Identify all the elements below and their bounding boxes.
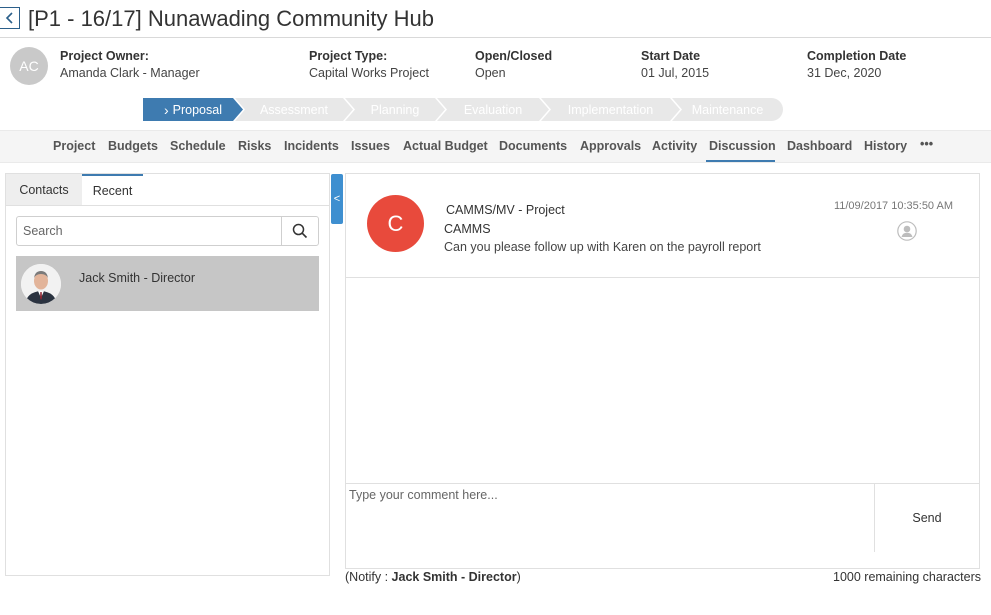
stage-maintenance[interactable]: Maintenance bbox=[672, 98, 783, 121]
meta-label: Open/Closed bbox=[475, 49, 553, 63]
search-button[interactable] bbox=[281, 217, 318, 245]
stage-evaluation[interactable]: Evaluation bbox=[437, 98, 549, 121]
tab-documents[interactable]: Documents bbox=[499, 139, 567, 153]
chevron-left-icon bbox=[5, 12, 13, 24]
notify-prefix: (Notify : bbox=[345, 570, 392, 584]
meta-project-type: Project Type: Capital Works Project bbox=[309, 49, 429, 80]
stage-label: Maintenance bbox=[691, 102, 764, 117]
back-button[interactable] bbox=[0, 7, 20, 29]
stage-label: Proposal bbox=[172, 102, 222, 117]
remaining-characters: 1000 remaining characters bbox=[833, 570, 981, 584]
send-button[interactable]: Send bbox=[874, 484, 979, 552]
meta-open-closed: Open/Closed Open bbox=[475, 49, 552, 80]
tab-approvals[interactable]: Approvals bbox=[580, 139, 641, 153]
search-icon bbox=[292, 223, 308, 239]
meta-completion-date: Completion Date 31 Dec, 2020 bbox=[807, 49, 906, 80]
message-avatar: C bbox=[367, 195, 424, 252]
tab-recent[interactable]: Recent bbox=[82, 174, 143, 205]
page-title: [P1 - 16/17] Nunawading Community Hub bbox=[28, 6, 434, 31]
meta-start-date: Start Date 01 Jul, 2015 bbox=[641, 49, 709, 80]
meta-value: Amanda Clark - Manager bbox=[60, 66, 200, 80]
chevron-left-icon: < bbox=[333, 193, 341, 205]
contact-photo bbox=[21, 264, 61, 304]
collapse-panel-button[interactable]: < bbox=[331, 174, 343, 224]
message-author: CAMMS bbox=[444, 222, 491, 236]
message-timestamp: 11/09/2017 10:35:50 AM bbox=[833, 200, 953, 212]
search-input[interactable] bbox=[17, 217, 282, 245]
meta-value: 01 Jul, 2015 bbox=[641, 66, 710, 80]
user-icon[interactable] bbox=[897, 221, 917, 241]
meta-label: Completion Date bbox=[807, 49, 907, 63]
tab-dashboard[interactable]: Dashboard bbox=[787, 139, 852, 153]
stage-label: Evaluation bbox=[463, 102, 523, 117]
meta-project-owner: Project Owner: Amanda Clark - Manager bbox=[60, 49, 200, 80]
active-tab-indicator bbox=[706, 160, 775, 162]
stage-progress: › Proposal Assessment Planning Evaluatio… bbox=[143, 98, 783, 121]
module-tabs: Project Budgets Schedule Risks Incidents… bbox=[0, 130, 991, 163]
notify-line: (Notify : Jack Smith - Director) bbox=[345, 570, 521, 584]
contact-name: Jack Smith - Director bbox=[79, 271, 195, 285]
tab-issues[interactable]: Issues bbox=[351, 139, 390, 153]
stage-implementation[interactable]: Implementation bbox=[541, 98, 680, 121]
tab-history[interactable]: History bbox=[864, 139, 907, 153]
comment-composer: Send bbox=[346, 483, 979, 568]
tab-project[interactable]: Project bbox=[53, 139, 95, 153]
stage-label: Assessment bbox=[259, 102, 329, 117]
tab-contacts[interactable]: Contacts bbox=[6, 174, 82, 205]
tab-actual-budget[interactable]: Actual Budget bbox=[403, 139, 488, 153]
message-item: C CAMMS/MV - Project CAMMS Can you pleas… bbox=[346, 174, 979, 278]
tab-budgets[interactable]: Budgets bbox=[108, 139, 158, 153]
tab-discussion[interactable]: Discussion bbox=[709, 139, 776, 153]
stage-assessment[interactable]: Assessment bbox=[235, 98, 353, 121]
tab-risks[interactable]: Risks bbox=[238, 139, 271, 153]
stage-proposal[interactable]: › Proposal bbox=[143, 98, 243, 121]
meta-label: Project Owner: bbox=[60, 49, 149, 63]
stage-label: Implementation bbox=[567, 102, 654, 117]
meta-label: Start Date bbox=[641, 49, 701, 63]
notify-name: Jack Smith - Director bbox=[391, 570, 517, 584]
discussion-panel: C CAMMS/MV - Project CAMMS Can you pleas… bbox=[345, 173, 980, 569]
notify-suffix: ) bbox=[516, 570, 521, 584]
stage-label: Planning bbox=[370, 102, 420, 117]
meta-value: Capital Works Project bbox=[309, 66, 429, 80]
message-text: Can you please follow up with Karen on t… bbox=[444, 240, 761, 254]
chevron-right-icon: › bbox=[163, 101, 169, 118]
divider bbox=[6, 205, 329, 206]
title-bar: [P1 - 16/17] Nunawading Community Hub bbox=[0, 0, 991, 38]
stage-planning[interactable]: Planning bbox=[345, 98, 445, 121]
owner-avatar: AC bbox=[10, 47, 48, 85]
tab-schedule[interactable]: Schedule bbox=[170, 139, 226, 153]
tab-incidents[interactable]: Incidents bbox=[284, 139, 339, 153]
contacts-panel: Contacts Recent Jack Smith - Director bbox=[5, 173, 330, 576]
contact-search bbox=[16, 216, 319, 246]
message-context: CAMMS/MV - Project bbox=[446, 203, 565, 217]
meta-value: 31 Dec, 2020 bbox=[807, 66, 882, 80]
comment-input[interactable] bbox=[346, 484, 874, 552]
tab-activity[interactable]: Activity bbox=[652, 139, 697, 153]
meta-value: Open bbox=[475, 66, 506, 80]
more-tabs-icon[interactable]: ••• bbox=[920, 137, 933, 151]
contact-item[interactable]: Jack Smith - Director bbox=[16, 256, 319, 311]
meta-label: Project Type: bbox=[309, 49, 388, 63]
